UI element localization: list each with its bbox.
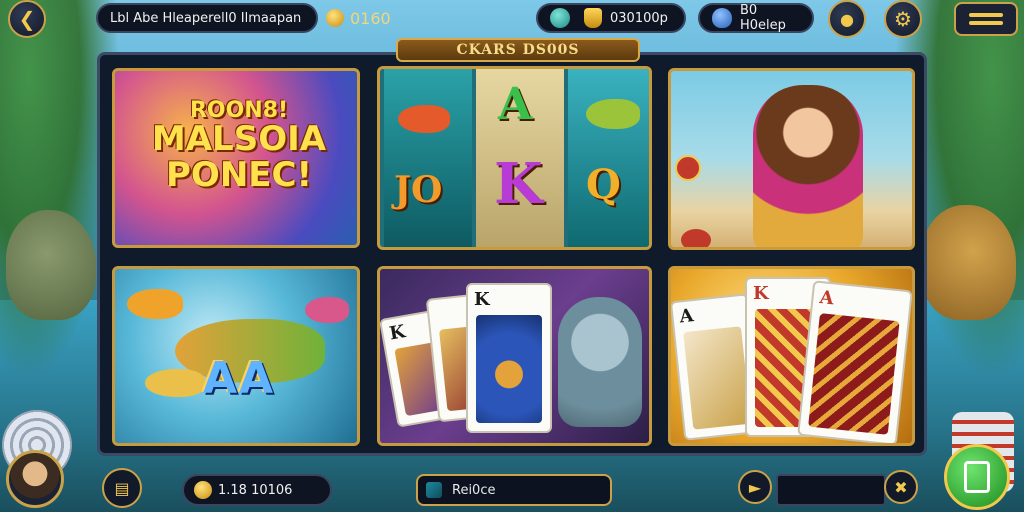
pig-icon: ●	[840, 9, 854, 29]
coin-icon	[194, 481, 212, 499]
empty-field[interactable]	[776, 474, 886, 506]
tools-button[interactable]: ✖	[884, 470, 918, 504]
balance-value: 1.18 10106	[218, 482, 293, 498]
gem-icon	[550, 8, 570, 28]
fish-icon	[305, 297, 349, 323]
fish-icon	[127, 289, 183, 319]
chest-icon: ▤	[114, 478, 130, 498]
back-button[interactable]: ❮	[8, 0, 46, 38]
sound-button[interactable]: ►	[738, 470, 772, 504]
chip-icon	[681, 229, 711, 247]
settings-button[interactable]: ⚙	[884, 0, 922, 38]
hyena-creature-right	[921, 205, 1016, 320]
game-tile-2[interactable]: JO A K Q	[377, 66, 652, 250]
coin-balance: 0160	[322, 3, 420, 33]
reel-2: A K	[476, 69, 564, 247]
tile-4-title: AA	[202, 353, 276, 404]
shop-button[interactable]: ▤	[102, 468, 142, 508]
banner-label: CKARS DS00S	[456, 42, 580, 58]
speaker-icon: ►	[748, 477, 762, 497]
tile-1-title: ROON8! MALSOIA PONEC!	[151, 98, 327, 195]
search-icon	[426, 482, 442, 498]
play-icon	[964, 461, 990, 493]
game-tile-5[interactable]: K K	[377, 266, 652, 446]
page-title: Lbl Abe Hleaperell0 Ilmaapan	[110, 10, 302, 26]
player-avatar[interactable]	[6, 450, 64, 508]
search-input[interactable]: Rei0ce	[416, 474, 612, 506]
title-pill: Lbl Abe Hleaperell0 Ilmaapan	[96, 3, 318, 33]
game-tile-1[interactable]: ROON8! MALSOIA PONEC!	[112, 68, 360, 248]
arrow-left-icon: ❮	[18, 7, 36, 31]
gems-balance[interactable]: 030100p	[536, 3, 686, 33]
top-bar: ❮ Lbl Abe Hleaperell0 Ilmaapan 0160 0301…	[0, 0, 1024, 40]
hamburger-menu-icon	[969, 13, 1003, 17]
menu-button[interactable]	[954, 2, 1018, 36]
game-tile-6[interactable]: A K A	[668, 266, 915, 446]
reel-3: Q	[568, 69, 649, 247]
crocodile-creature-left	[6, 210, 96, 320]
tools-icon: ✖	[894, 477, 908, 497]
playing-card-a: A	[797, 280, 912, 443]
shield-label: B0 H0elep	[740, 3, 786, 33]
reel-1: JO	[384, 69, 472, 247]
queen-character	[753, 85, 863, 247]
balance-display: 1.18 10106	[182, 474, 332, 506]
trophy-icon	[584, 8, 602, 28]
section-banner: CKARS DS00S	[396, 38, 640, 62]
coin-count: 0160	[350, 8, 391, 28]
gear-icon: ⚙	[894, 7, 912, 31]
search-text: Rei0ce	[452, 482, 496, 498]
game-tile-3[interactable]	[668, 68, 915, 250]
game-tile-4[interactable]: AA	[112, 266, 360, 446]
chip-icon	[675, 155, 701, 181]
playing-card-k: K	[466, 283, 552, 433]
fish-icon	[398, 105, 450, 133]
gems-count: 030100p	[610, 10, 668, 26]
fish-icon	[586, 99, 640, 129]
shield-status[interactable]: B0 H0elep	[698, 3, 814, 33]
pet-button[interactable]: ●	[828, 0, 866, 38]
rabbit-character	[558, 297, 642, 427]
shield-icon	[712, 8, 732, 28]
coin-icon	[326, 9, 344, 27]
play-button[interactable]	[944, 444, 1010, 510]
